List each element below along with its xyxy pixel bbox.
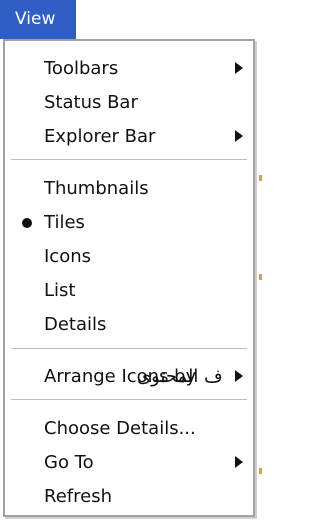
menu-item-label: Choose Details... [44,418,196,439]
submenu-arrow-icon [235,456,243,468]
view-dropdown-menu: Toolbars Status Bar Explorer Bar Thumbna… [3,39,255,517]
menu-item-label: List [44,280,76,301]
menu-item-label: Tiles [44,212,85,233]
menu-item-choose-details[interactable]: Choose Details... [5,412,253,446]
menu-item-tiles[interactable]: Tiles [5,206,253,240]
menu-item-label: Icons [44,246,92,267]
menu-item-icons[interactable]: Icons [5,240,253,274]
menu-item-label: Explorer Bar [44,126,156,147]
menu-item-details[interactable]: Details [5,308,253,342]
menu-item-label: Toolbars [44,58,119,79]
menu-separator [11,348,247,349]
menu-item-go-to[interactable]: Go To [5,446,253,480]
submenu-arrow-icon [235,130,243,142]
menu-item-list[interactable]: List [5,274,253,308]
menu-item-thumbnails[interactable]: Thumbnails [5,172,253,206]
menu-separator [11,159,247,160]
menu-item-toolbars[interactable]: Toolbars [5,52,253,86]
menu-item-label: Thumbnails [44,178,149,199]
menu-item-label: Details [44,314,107,335]
menu-item-arrange-icons-by[interactable]: Arrange Icons by ف المحتوى [5,360,253,394]
view-menu-title[interactable]: View [0,0,76,39]
menu-item-label: Status Bar [44,92,138,113]
background-mark [259,175,262,181]
arabic-overlay-text: ف المحتوى [137,366,223,387]
radio-bullet-icon [22,218,32,228]
menu-item-label: Refresh [44,486,112,507]
background-mark [259,468,262,474]
menu-item-status-bar[interactable]: Status Bar [5,86,253,120]
menu-item-label: Go To [44,452,94,473]
menu-separator [11,399,247,400]
background-mark [259,274,262,280]
submenu-arrow-icon [235,62,243,74]
menu-item-refresh[interactable]: Refresh [5,480,253,514]
menu-item-explorer-bar[interactable]: Explorer Bar [5,120,253,154]
submenu-arrow-icon [235,370,243,382]
